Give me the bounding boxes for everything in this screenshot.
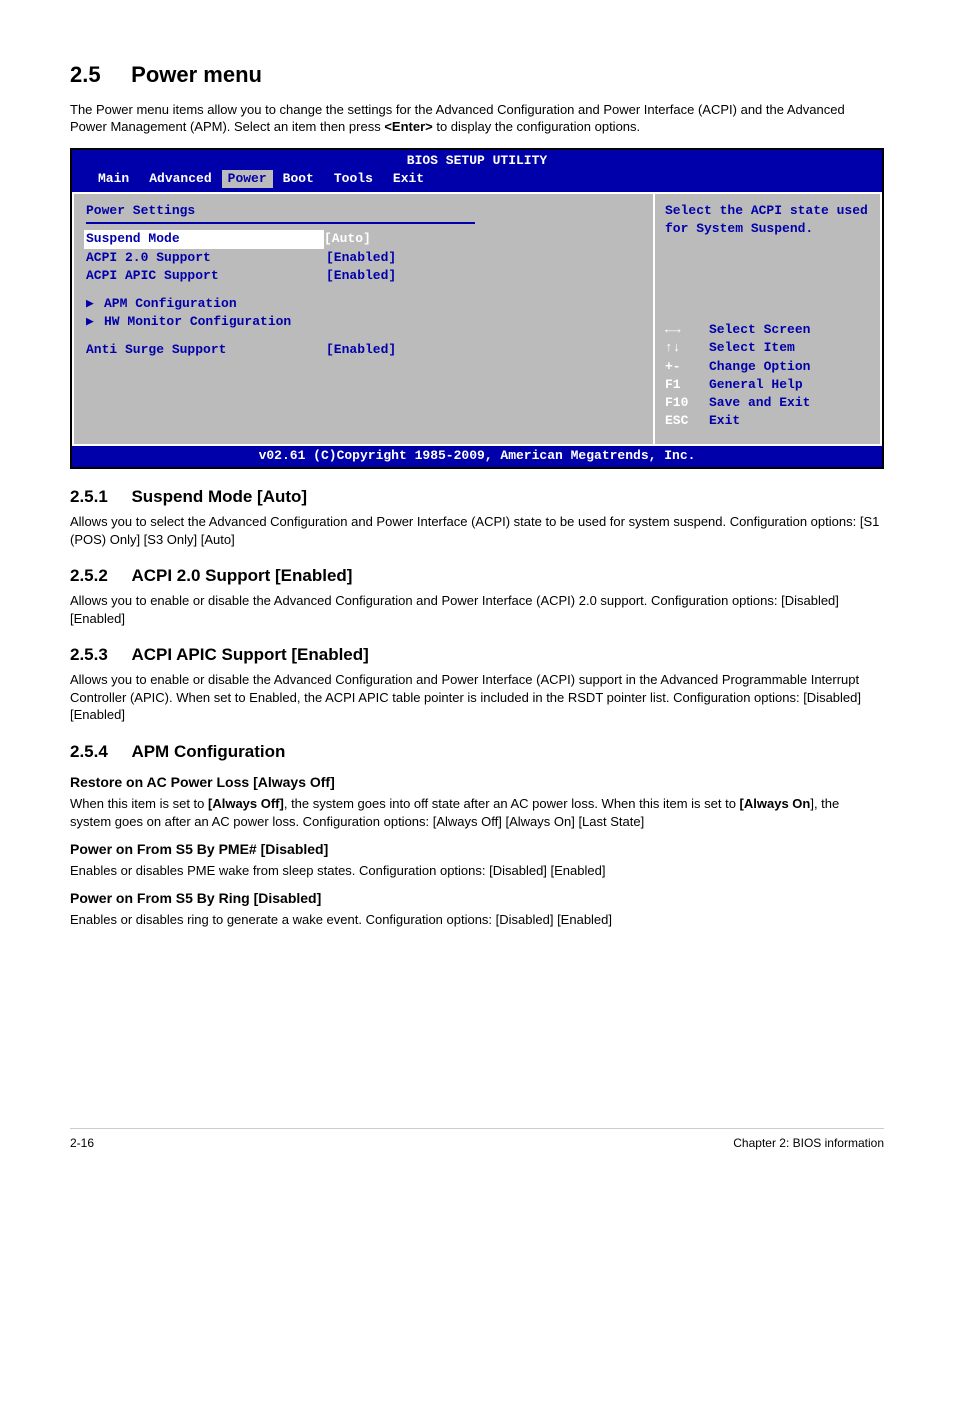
section-heading: 2.5 Power menu	[70, 60, 884, 91]
bios-tab-bar: Main Advanced Power Boot Tools Exit	[72, 170, 882, 192]
legend-key: F10	[665, 394, 709, 412]
text-bold: [Always Off]	[208, 796, 284, 811]
enter-key: <Enter>	[384, 119, 432, 134]
bios-value: [Auto]	[324, 230, 371, 248]
subsection-text: Allows you to enable or disable the Adva…	[70, 592, 884, 627]
subsection-heading: 2.5.4 APM Configuration	[70, 740, 884, 764]
legend-desc: Select Item	[709, 339, 795, 357]
subsection-heading: 2.5.1 Suspend Mode [Auto]	[70, 485, 884, 509]
legend-row: F10Save and Exit	[665, 394, 870, 412]
legend-row: ←→Select Screen	[665, 321, 870, 339]
bios-label: ACPI APIC Support	[86, 267, 326, 285]
subsection-title: Suspend Mode [Auto]	[131, 487, 307, 506]
subsection-number: 2.5.1	[70, 487, 108, 506]
bios-left-pane: Power Settings Suspend Mode [Auto] ACPI …	[74, 194, 655, 444]
legend-row: ↑↓Select Item	[665, 339, 870, 357]
item-heading: Power on From S5 By Ring [Disabled]	[70, 889, 884, 909]
legend-desc: General Help	[709, 376, 803, 394]
legend-desc: Exit	[709, 412, 740, 430]
item-heading: Restore on AC Power Loss [Always Off]	[70, 773, 884, 793]
subsection-number: 2.5.4	[70, 742, 108, 761]
bios-submenu-hwmonitor[interactable]: ▶ HW Monitor Configuration	[86, 313, 641, 331]
bios-label: Anti Surge Support	[86, 341, 326, 359]
bios-tab-power[interactable]: Power	[222, 170, 273, 188]
bios-row-suspend-mode[interactable]: Suspend Mode [Auto]	[86, 230, 641, 248]
submenu-arrow-icon: ▶	[86, 313, 104, 331]
bios-row-acpi20[interactable]: ACPI 2.0 Support [Enabled]	[86, 249, 641, 267]
submenu-label: APM Configuration	[104, 295, 237, 313]
submenu-arrow-icon: ▶	[86, 295, 104, 313]
chapter-label: Chapter 2: BIOS information	[733, 1135, 884, 1152]
bios-value: [Enabled]	[326, 341, 396, 359]
legend-key: F1	[665, 376, 709, 394]
subsection-title: ACPI APIC Support [Enabled]	[131, 645, 368, 664]
bios-tab-advanced[interactable]: Advanced	[139, 170, 221, 188]
bios-title: BIOS SETUP UTILITY	[72, 150, 882, 170]
bios-tab-main[interactable]: Main	[88, 170, 139, 188]
bios-label: Suspend Mode	[84, 230, 324, 248]
page-footer: 2-16 Chapter 2: BIOS information	[70, 1128, 884, 1152]
section-intro: The Power menu items allow you to change…	[70, 101, 884, 136]
bios-submenu-apm[interactable]: ▶ APM Configuration	[86, 295, 641, 313]
subsection-number: 2.5.2	[70, 566, 108, 585]
bios-help-text: Select the ACPI state used for System Su…	[665, 202, 870, 238]
bios-value: [Enabled]	[326, 249, 396, 267]
legend-desc: Select Screen	[709, 321, 810, 339]
submenu-label: HW Monitor Configuration	[104, 313, 291, 331]
text-bold: [Always On	[740, 796, 811, 811]
bios-screenshot: BIOS SETUP UTILITY Main Advanced Power B…	[70, 148, 884, 470]
subsection-number: 2.5.3	[70, 645, 108, 664]
subsection-text: Allows you to enable or disable the Adva…	[70, 671, 884, 724]
item-text: When this item is set to [Always Off], t…	[70, 795, 884, 830]
bios-legend: ←→Select Screen ↑↓Select Item +-Change O…	[665, 321, 870, 430]
subsection-text: Allows you to select the Advanced Config…	[70, 513, 884, 548]
item-text: Enables or disables ring to generate a w…	[70, 911, 884, 929]
legend-row: ESCExit	[665, 412, 870, 430]
subsection-heading: 2.5.2 ACPI 2.0 Support [Enabled]	[70, 564, 884, 588]
bios-pane-heading: Power Settings	[86, 202, 641, 220]
legend-row: F1General Help	[665, 376, 870, 394]
section-title: Power menu	[131, 62, 262, 87]
page-number: 2-16	[70, 1135, 94, 1152]
bios-body: Power Settings Suspend Mode [Auto] ACPI …	[72, 192, 882, 446]
bios-row-acpi-apic[interactable]: ACPI APIC Support [Enabled]	[86, 267, 641, 285]
bios-label: ACPI 2.0 Support	[86, 249, 326, 267]
subsection-title: APM Configuration	[131, 742, 285, 761]
subsection-title: ACPI 2.0 Support [Enabled]	[131, 566, 352, 585]
intro-post: to display the configuration options.	[433, 119, 640, 134]
legend-desc: Change Option	[709, 358, 810, 376]
legend-key: ↑↓	[665, 339, 709, 357]
bios-tab-exit[interactable]: Exit	[383, 170, 434, 188]
bios-tab-boot[interactable]: Boot	[273, 170, 324, 188]
subsection-heading: 2.5.3 ACPI APIC Support [Enabled]	[70, 643, 884, 667]
item-heading: Power on From S5 By PME# [Disabled]	[70, 840, 884, 860]
bios-row-antisurge[interactable]: Anti Surge Support [Enabled]	[86, 341, 641, 359]
text-part: , the system goes into off state after a…	[284, 796, 740, 811]
bios-right-pane: Select the ACPI state used for System Su…	[655, 194, 880, 444]
legend-key: ESC	[665, 412, 709, 430]
bios-submenus: ▶ APM Configuration ▶ HW Monitor Configu…	[86, 295, 641, 331]
section-number: 2.5	[70, 62, 101, 87]
legend-key: ←→	[665, 321, 709, 339]
legend-key: +-	[665, 358, 709, 376]
legend-desc: Save and Exit	[709, 394, 810, 412]
bios-divider	[86, 222, 475, 224]
bios-tab-tools[interactable]: Tools	[324, 170, 383, 188]
item-text: Enables or disables PME wake from sleep …	[70, 862, 884, 880]
bios-footer: v02.61 (C)Copyright 1985-2009, American …	[72, 446, 882, 467]
text-part: When this item is set to	[70, 796, 208, 811]
spacer	[86, 331, 641, 341]
legend-row: +-Change Option	[665, 358, 870, 376]
bios-value: [Enabled]	[326, 267, 396, 285]
